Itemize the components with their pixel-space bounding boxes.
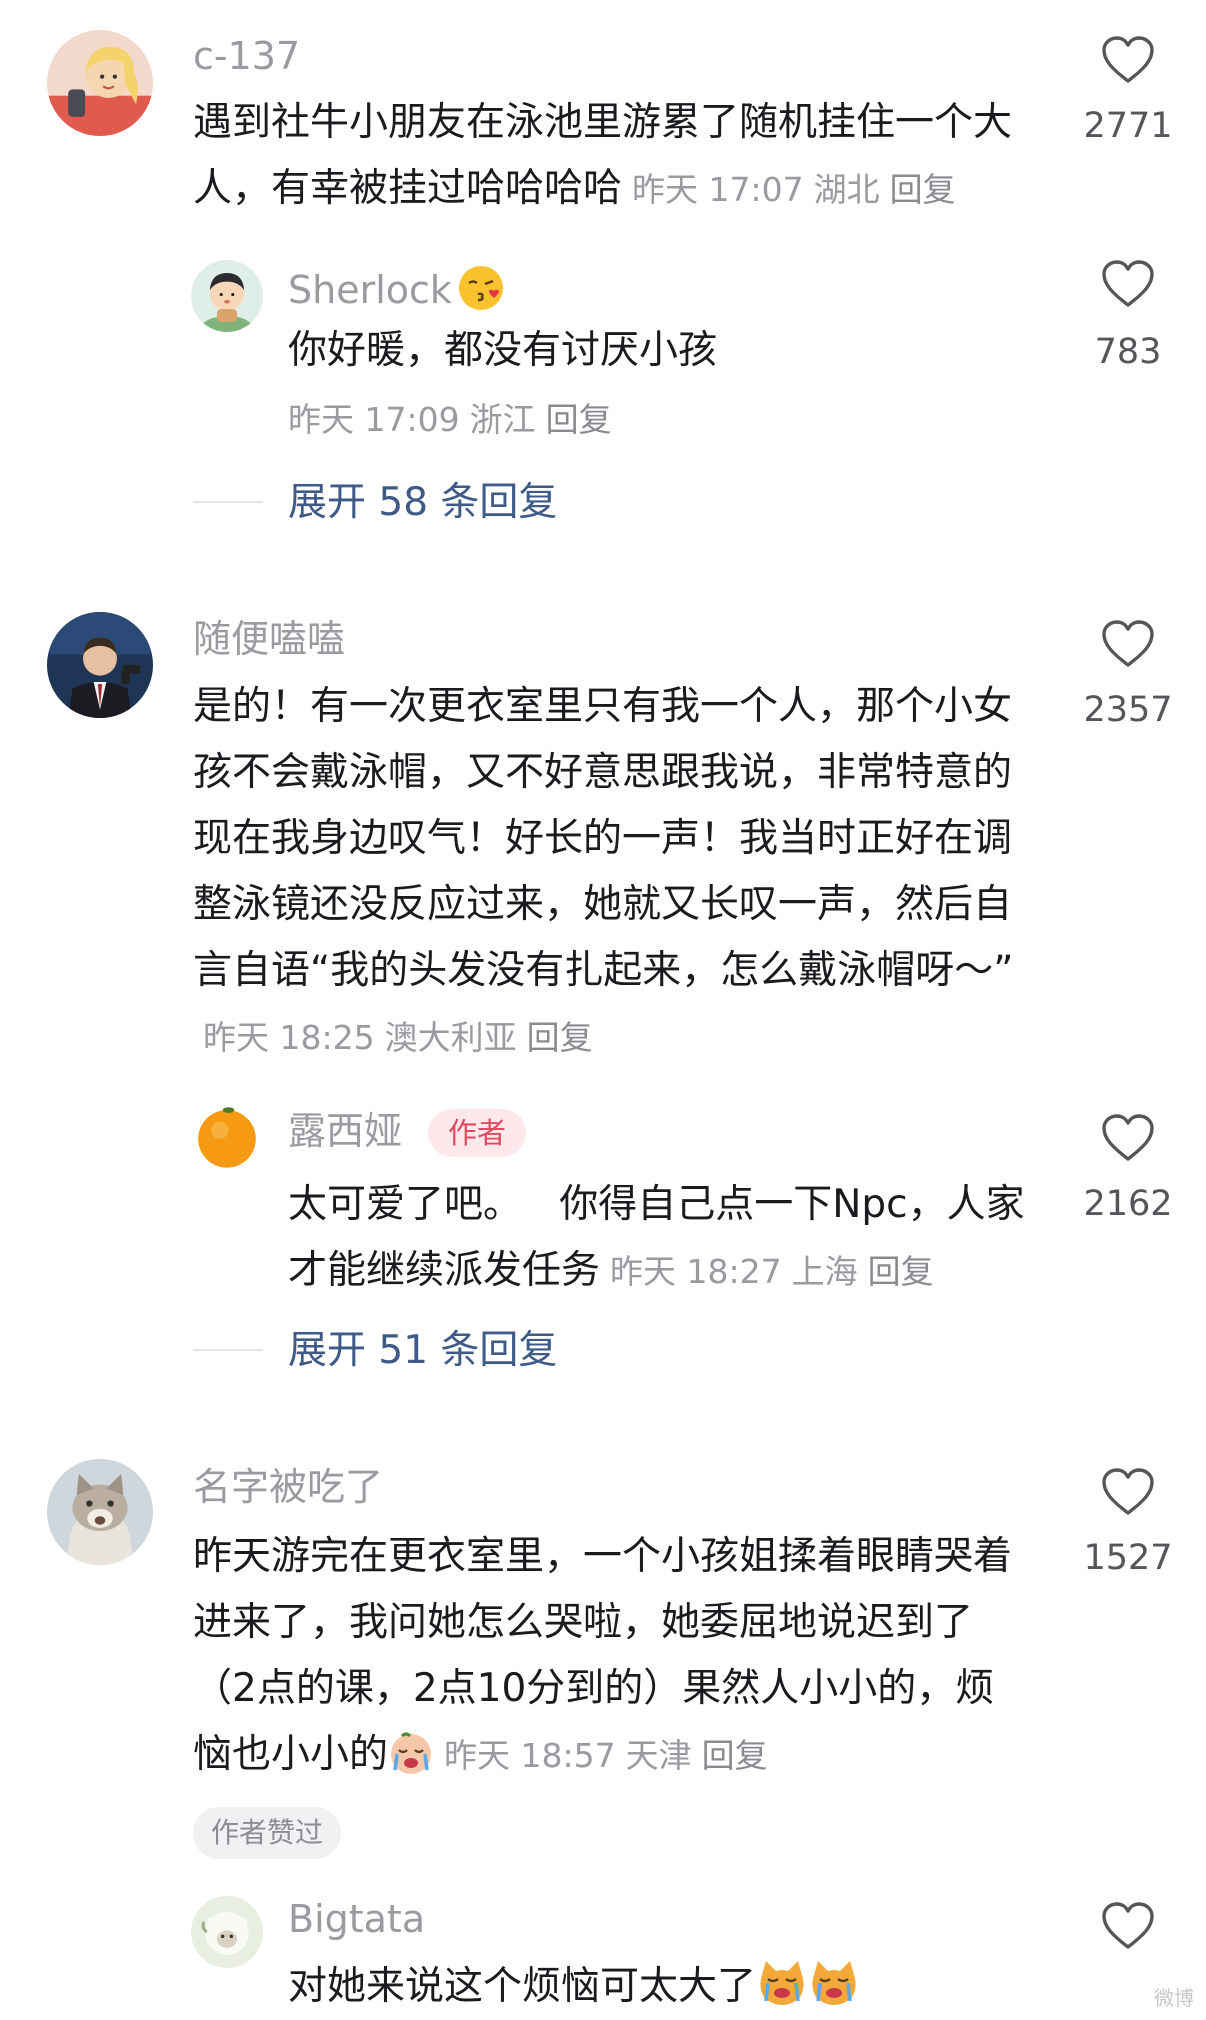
like-button[interactable]	[1101, 36, 1155, 84]
watermark: 微博	[1154, 1986, 1194, 2010]
reply-like-count: 2162	[1083, 1184, 1173, 1224]
expand-replies-button[interactable]: 展开 58 条回复	[288, 478, 557, 528]
reply-username[interactable]: 露西娅	[288, 1107, 402, 1155]
comment-text: 昨天游完在更衣室里，一个小孩姐揉着眼睛哭着进来了，我问她怎么哭啦，她委屈地说迟到…	[193, 1524, 1033, 1789]
cartoon-kid-avatar-icon	[191, 260, 263, 332]
reply-body: 对她来说这个烦恼可太大了	[288, 1964, 757, 2009]
cat-avatar-icon	[47, 1459, 153, 1565]
comment-text: 遇到社牛小朋友在泳池里游累了随机挂住一个大人，有幸被挂过哈哈哈哈 昨天 17:07…	[193, 90, 1033, 223]
reply-location: 上海	[791, 1252, 858, 1291]
reply-text: 你好暖，都没有讨厌小孩	[288, 328, 718, 373]
like-count: 2771	[1083, 106, 1173, 146]
avatar-bigtata[interactable]	[191, 1896, 263, 1968]
like-count: 2357	[1083, 690, 1173, 730]
avatar-sherlock[interactable]	[191, 260, 263, 332]
username[interactable]: c-137	[193, 32, 300, 80]
reply-button[interactable]: 回复	[868, 1252, 934, 1291]
reply-like-button[interactable]	[1101, 260, 1155, 308]
crying-cat-face-emoji-icon	[808, 1957, 860, 2009]
man-in-suit-avatar-icon	[47, 612, 153, 718]
like-button[interactable]	[1101, 1468, 1155, 1516]
comment-time: 昨天 18:25	[203, 1018, 375, 1057]
expand-divider	[193, 501, 263, 503]
expand-divider	[193, 1349, 263, 1351]
reply-button[interactable]: 回复	[546, 400, 612, 439]
reply-meta: 昨天 17:09 浙江 回复	[288, 398, 612, 442]
reply-like-count: 783	[1094, 332, 1162, 372]
reply-text: 对她来说这个烦恼可太大了	[288, 1954, 1033, 2020]
reply-button[interactable]: 回复	[702, 1736, 768, 1775]
comment-location: 天津	[625, 1736, 692, 1775]
expand-replies-button[interactable]: 展开 51 条回复	[288, 1326, 557, 1376]
avatar-luxiya[interactable]	[191, 1100, 263, 1172]
heart-outline-icon	[1102, 1468, 1154, 1515]
reply-text: 太可爱了吧。 你得自己点一下Npc，人家才能继续派发任务 昨天 18:27 上海 回复	[288, 1172, 1033, 1305]
crying-face-emoji-icon	[388, 1730, 434, 1776]
like-button[interactable]	[1101, 620, 1155, 668]
liked-by-author-chip: 作者赞过	[193, 1807, 342, 1859]
reply-username-text: Sherlock	[288, 268, 452, 312]
comment-body: 是的！有一次更衣室里只有我一个人，那个小女孩不会戴泳帽，又不好意思跟我说，非常特…	[193, 684, 1014, 993]
reply-button[interactable]: 回复	[527, 1018, 593, 1057]
avatar-c-137[interactable]	[47, 30, 153, 136]
crying-cat-face-emoji-icon	[756, 1957, 808, 2009]
reply-username[interactable]: Sherlock	[288, 263, 506, 314]
reply-like-button[interactable]	[1101, 1902, 1155, 1950]
comment-location: 澳大利亚	[384, 1018, 517, 1057]
heart-outline-icon	[1102, 1114, 1154, 1161]
username[interactable]: 随便嗑嗑	[193, 615, 345, 663]
reply-button[interactable]: 回复	[890, 170, 956, 209]
reply-time: 昨天 18:27	[610, 1252, 782, 1291]
reply-username[interactable]: Bigtata	[288, 1895, 425, 1943]
kissing-face-emoji-icon	[456, 263, 506, 313]
comment-time: 昨天 17:07	[632, 170, 804, 209]
heart-outline-icon	[1102, 260, 1154, 307]
comment-location: 湖北	[813, 170, 880, 209]
heart-outline-icon	[1102, 36, 1154, 83]
cartoon-girl-avatar-icon	[47, 30, 153, 136]
sheep-avatar-icon	[191, 1896, 263, 1968]
reply-like-button[interactable]	[1101, 1114, 1155, 1162]
comment-time: 昨天 18:57	[444, 1736, 616, 1775]
avatar-mingzi[interactable]	[47, 1459, 153, 1565]
reply-location: 浙江	[469, 400, 536, 439]
heart-outline-icon	[1102, 620, 1154, 667]
avatar-suibiankeke[interactable]	[47, 612, 153, 718]
comment-text: 是的！有一次更衣室里只有我一个人，那个小女孩不会戴泳帽，又不好意思跟我说，非常特…	[193, 674, 1033, 1071]
like-count: 1527	[1083, 1538, 1173, 1578]
username[interactable]: 名字被吃了	[193, 1463, 383, 1511]
reply-time: 昨天 17:09	[288, 400, 460, 439]
author-badge: 作者	[428, 1109, 527, 1157]
heart-outline-icon	[1102, 1902, 1154, 1949]
orange-avatar-icon	[191, 1100, 263, 1172]
